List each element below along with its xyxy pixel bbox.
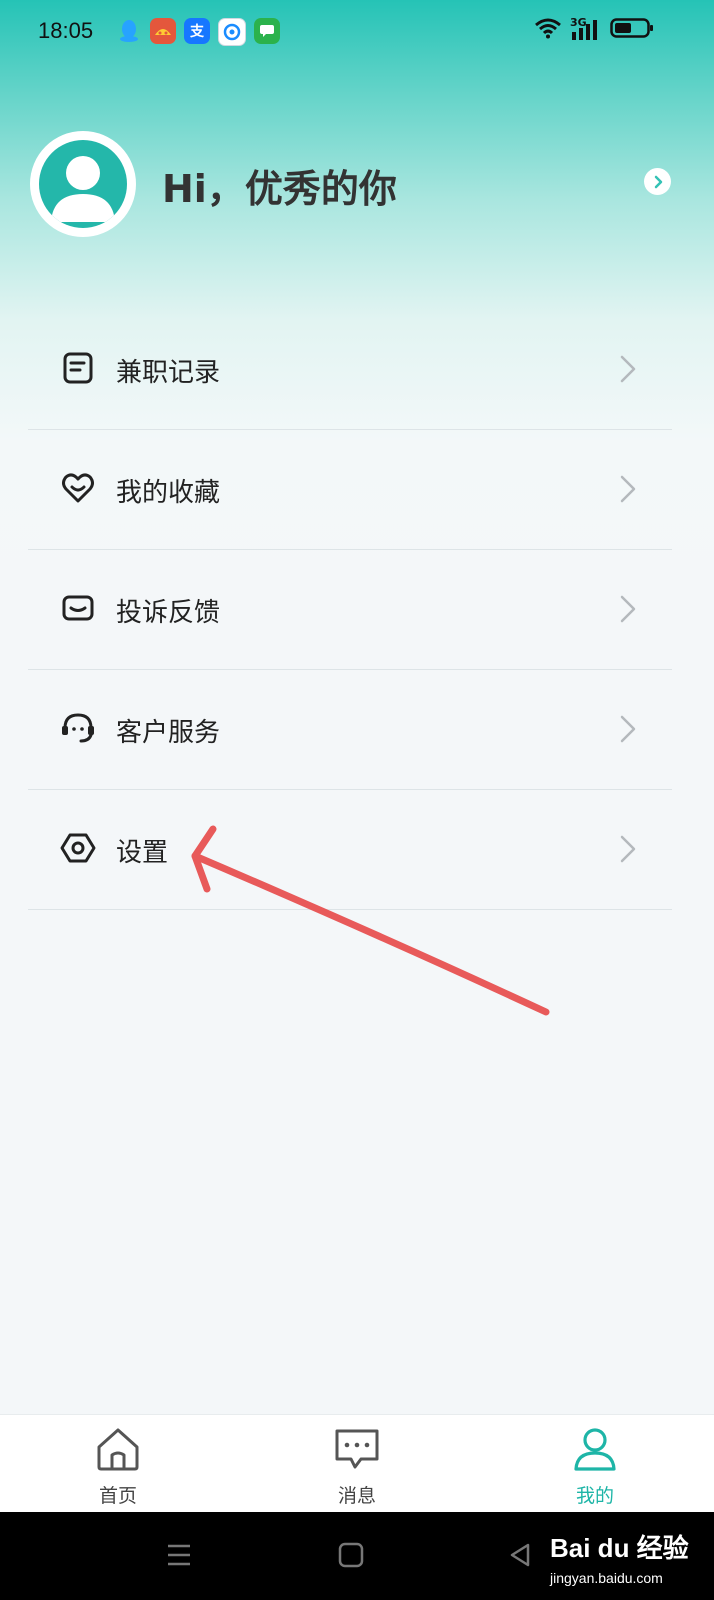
back-icon[interactable] (508, 1542, 532, 1568)
annotation-arrow (191, 825, 550, 1016)
menu-icon[interactable] (166, 1542, 192, 1568)
baidu-jingyan-watermark: Bai du 经验 jingyan.baidu.com (546, 1526, 714, 1596)
home-icon (97, 1428, 139, 1471)
tab-profile[interactable]: 我的 (535, 1415, 655, 1513)
home-button-icon[interactable] (338, 1542, 364, 1568)
watermark-brand: Bai du 经验 (550, 1533, 689, 1563)
tab-label: 首页 (98, 1485, 137, 1507)
profile-icon (574, 1428, 616, 1471)
tab-label: 我的 (575, 1485, 614, 1507)
tab-label: 消息 (337, 1485, 376, 1507)
tab-home[interactable]: 首页 (58, 1415, 178, 1513)
bottom-tab-bar: 首页 消息 我的 (0, 1414, 714, 1513)
tab-messages[interactable]: 消息 (297, 1415, 417, 1513)
app-screen: 18:05 支 3G Hi，优秀的你 兼职记录 我的收藏 投诉反馈 客户服务 设… (0, 0, 714, 1414)
watermark-url: jingyan.baidu.com (550, 1570, 663, 1586)
message-icon (335, 1429, 379, 1469)
